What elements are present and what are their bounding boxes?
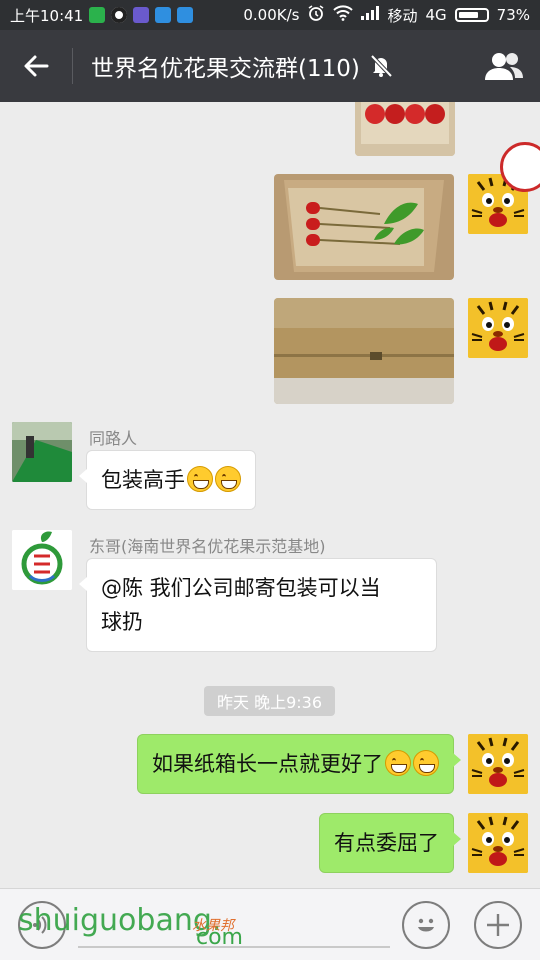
image-message[interactable] (274, 298, 454, 404)
watermark-text: shuiguobang. (18, 903, 222, 938)
grin-emoji-icon (385, 750, 411, 776)
grin-emoji-icon (187, 466, 213, 492)
avatar[interactable] (12, 530, 72, 590)
tiger-avatar-icon (468, 298, 528, 358)
photo-closed-box (274, 298, 454, 404)
group-members-button[interactable] (468, 30, 540, 102)
message-bubble[interactable]: 如果纸箱长一点就更好了 (137, 734, 461, 794)
app-notification-icon (155, 7, 172, 23)
avatar[interactable] (468, 298, 528, 358)
image-message[interactable] (355, 102, 455, 156)
chat-title: 世界名优花果交流群(110) (91, 56, 360, 82)
status-left: 上午10:41 (10, 5, 194, 26)
tiger-avatar-icon (468, 813, 528, 873)
sender-name: 同路人 (89, 429, 138, 448)
avatar[interactable] (468, 734, 528, 794)
emoji-button[interactable] (402, 901, 450, 949)
logo-avatar (12, 530, 72, 590)
more-button[interactable] (474, 901, 522, 949)
photo-roses-box (274, 174, 454, 280)
avatar[interactable] (468, 813, 528, 873)
arrow-left-icon (24, 55, 49, 77)
app-notification-icon (177, 7, 194, 23)
image-message[interactable] (274, 174, 454, 280)
net-speed: 0.00K/s (243, 6, 300, 24)
message-text: 包装高手 (101, 468, 185, 492)
battery-icon (454, 8, 489, 22)
message-text-line: @陈 我们公司邮寄包装可以当 (101, 576, 381, 600)
battery-percent: 73% (496, 6, 530, 24)
signal-icon (361, 6, 380, 24)
battery-fill (458, 12, 478, 18)
chat-header: 世界名优花果交流群(110) (0, 30, 540, 102)
message-bubble[interactable]: @陈 我们公司邮寄包装可以当 球扔 (79, 558, 437, 652)
group-icon (485, 53, 523, 80)
message-text: 如果纸箱长一点就更好了 (152, 752, 383, 776)
message-text-line: 球扔 (101, 610, 143, 634)
status-time: 上午10:41 (10, 6, 84, 25)
status-right: 0.00K/s 移动 4G 73% (243, 4, 530, 26)
chat-area[interactable]: 同路人 包装高手 东哥(海南世界名优花果示范基地) @陈 我们公司邮寄包装可以当… (0, 102, 540, 888)
tiger-avatar-icon (468, 734, 528, 794)
grin-emoji-icon (413, 750, 439, 776)
qq-notification-icon (111, 7, 128, 23)
alarm-icon (307, 4, 325, 26)
bell-off-icon (368, 53, 394, 79)
avatar[interactable] (12, 422, 72, 482)
grin-emoji-icon (215, 466, 241, 492)
photo-avatar (12, 422, 72, 482)
network-type: 4G (425, 6, 447, 24)
carrier: 移动 (387, 6, 418, 25)
sender-name: 东哥(海南世界名优花果示范基地) (89, 537, 326, 556)
app-notification-icon (133, 7, 150, 23)
back-button[interactable] (0, 30, 72, 102)
header-divider (72, 48, 73, 84)
plus-icon (487, 914, 509, 936)
wechat-notification-icon (89, 7, 106, 23)
input-bar: shuiguobang. 水果邦 com (0, 888, 540, 960)
message-bubble[interactable]: 有点委屈了 (319, 813, 461, 873)
watermark: shuiguobang. (18, 903, 221, 938)
photo-roses-box (355, 102, 455, 156)
message-text: 有点委屈了 (334, 831, 439, 855)
message-input[interactable] (78, 946, 390, 948)
smiley-icon (418, 918, 434, 932)
timestamp: 昨天 晚上9:36 (204, 686, 335, 716)
wifi-icon (333, 5, 354, 25)
status-bar: 上午10:41 0.00K/s 移动 4G 73% (0, 0, 540, 30)
message-bubble[interactable]: 包装高手 (79, 450, 256, 510)
